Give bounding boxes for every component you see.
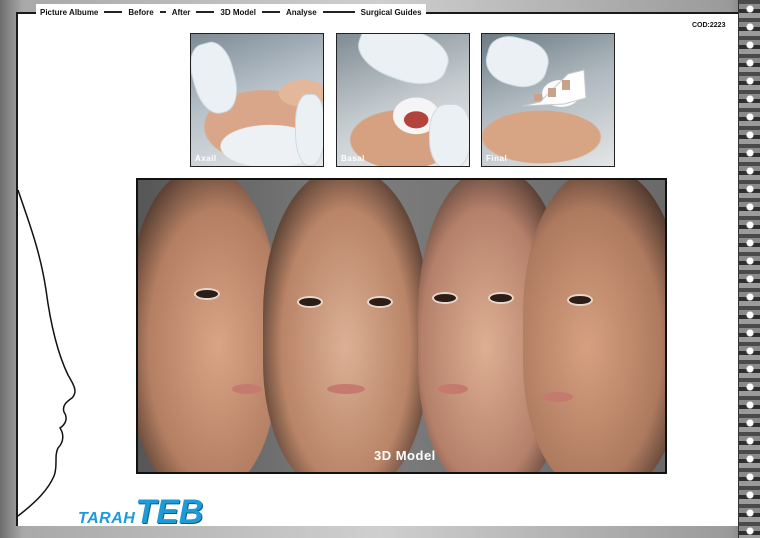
lips (327, 384, 365, 394)
logo-text-small: TARAH (78, 510, 136, 527)
face-profile-left (138, 180, 278, 472)
decorative-border-strip (738, 0, 760, 538)
lips (232, 384, 262, 394)
thumbnail-axial[interactable]: Axail (190, 33, 324, 167)
eye (432, 292, 458, 304)
3d-model-view[interactable]: 3D Model (136, 178, 667, 474)
nav-picture-albume[interactable]: Picture Albume (40, 8, 98, 17)
glove-shape (191, 37, 244, 119)
face-frontal (263, 180, 428, 472)
lips (543, 392, 573, 402)
top-navigation: Picture Albume Before After 3D Model Ana… (36, 4, 426, 20)
nav-separator (159, 11, 166, 13)
eye (488, 292, 514, 304)
case-code: COD:2223 (692, 22, 726, 29)
nav-3d-model[interactable]: 3D Model (220, 8, 256, 17)
glove-shape (295, 94, 323, 166)
eye (567, 294, 593, 306)
nav-after[interactable]: After (172, 8, 191, 17)
thumbnail-caption: Final (486, 154, 508, 163)
nav-surgical-guides[interactable]: Surgical Guides (361, 8, 422, 17)
face-profile-outline (18, 189, 76, 517)
eye (297, 296, 323, 308)
nav-separator (104, 11, 123, 13)
model-caption: 3D Model (374, 448, 436, 463)
nav-separator (261, 11, 280, 13)
tarahteb-logo: TARAH TEB (78, 488, 204, 531)
glove-shape (350, 34, 456, 95)
thumbnail-caption: Basal (341, 154, 365, 163)
nav-separator (196, 11, 215, 13)
nav-separator (322, 11, 355, 13)
surgical-guide-shape (521, 69, 587, 107)
eye (367, 296, 393, 308)
face-profile-right (523, 180, 665, 472)
lips (438, 384, 468, 394)
glove-shape (429, 104, 469, 166)
thumbnail-caption: Axail (195, 154, 217, 163)
nav-analyse[interactable]: Analyse (286, 8, 317, 17)
thumbnail-final[interactable]: Final (481, 33, 615, 167)
nav-before[interactable]: Before (128, 8, 153, 17)
thumbnail-basal[interactable]: Basal (336, 33, 470, 167)
logo-text-big: TEB (135, 493, 204, 531)
eye (194, 288, 220, 300)
